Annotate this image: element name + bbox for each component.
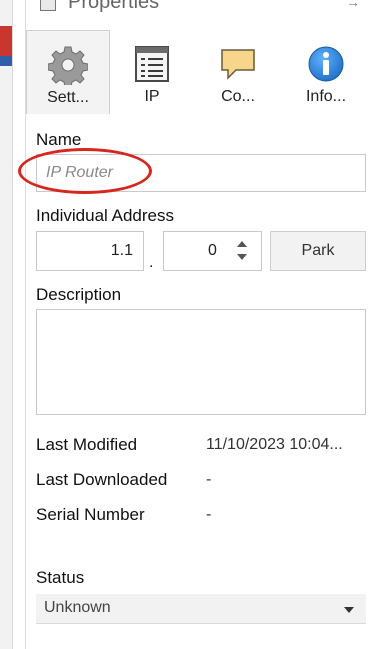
info-icon [308,46,344,82]
status-label: Status [36,568,85,587]
properties-window-icon [40,0,56,11]
stepper-down-icon[interactable] [237,254,247,260]
serial-number-label: Serial Number [36,505,145,524]
address-device-stepper[interactable]: 0 [163,231,262,271]
description-field[interactable] [36,309,366,415]
background-accent-red [0,26,12,56]
tab-information[interactable]: Info... [284,30,368,114]
gear-icon [48,46,88,85]
serial-number-value: - [206,506,212,523]
last-downloaded-label: Last Downloaded [36,470,168,489]
last-downloaded-value: - [206,471,212,488]
tab-settings[interactable]: Sett... [26,30,110,114]
properties-title-bar: Properties → [26,0,372,16]
tab-settings-label: Sett... [47,89,89,106]
tab-ip[interactable]: IP [110,30,194,114]
chevron-down-icon [344,607,354,613]
highlight-circle-annotation [18,148,152,194]
address-separator: . [149,254,154,271]
status-dropdown[interactable]: Unknown [36,594,366,624]
name-label: Name [36,130,82,149]
properties-tabs: Sett... IP Co... Info... [26,30,372,114]
pin-icon[interactable]: → [346,0,360,10]
background-window-strip [0,0,13,649]
park-button[interactable]: Park [270,231,366,271]
tab-comment-label: Co... [221,88,255,105]
last-modified-value: 11/10/2023 10:04... [206,436,343,453]
description-label: Description [36,285,122,304]
list-window-icon [135,46,169,82]
tab-information-label: Info... [305,88,347,105]
stepper-up-icon[interactable] [237,241,247,247]
address-prefix-field[interactable]: 1.1 [36,231,144,271]
last-modified-label: Last Modified [36,435,138,454]
address-prefix-value: 1.1 [110,242,133,259]
comment-icon [221,49,255,80]
status-value: Unknown [44,599,111,616]
tab-comment[interactable]: Co... [196,30,280,114]
address-device-value: 0 [208,242,217,259]
background-accent-blue [0,56,12,66]
tab-ip-label: IP [144,88,160,105]
panel-title: Properties [68,0,160,13]
individual-address-label: Individual Address [36,206,174,225]
